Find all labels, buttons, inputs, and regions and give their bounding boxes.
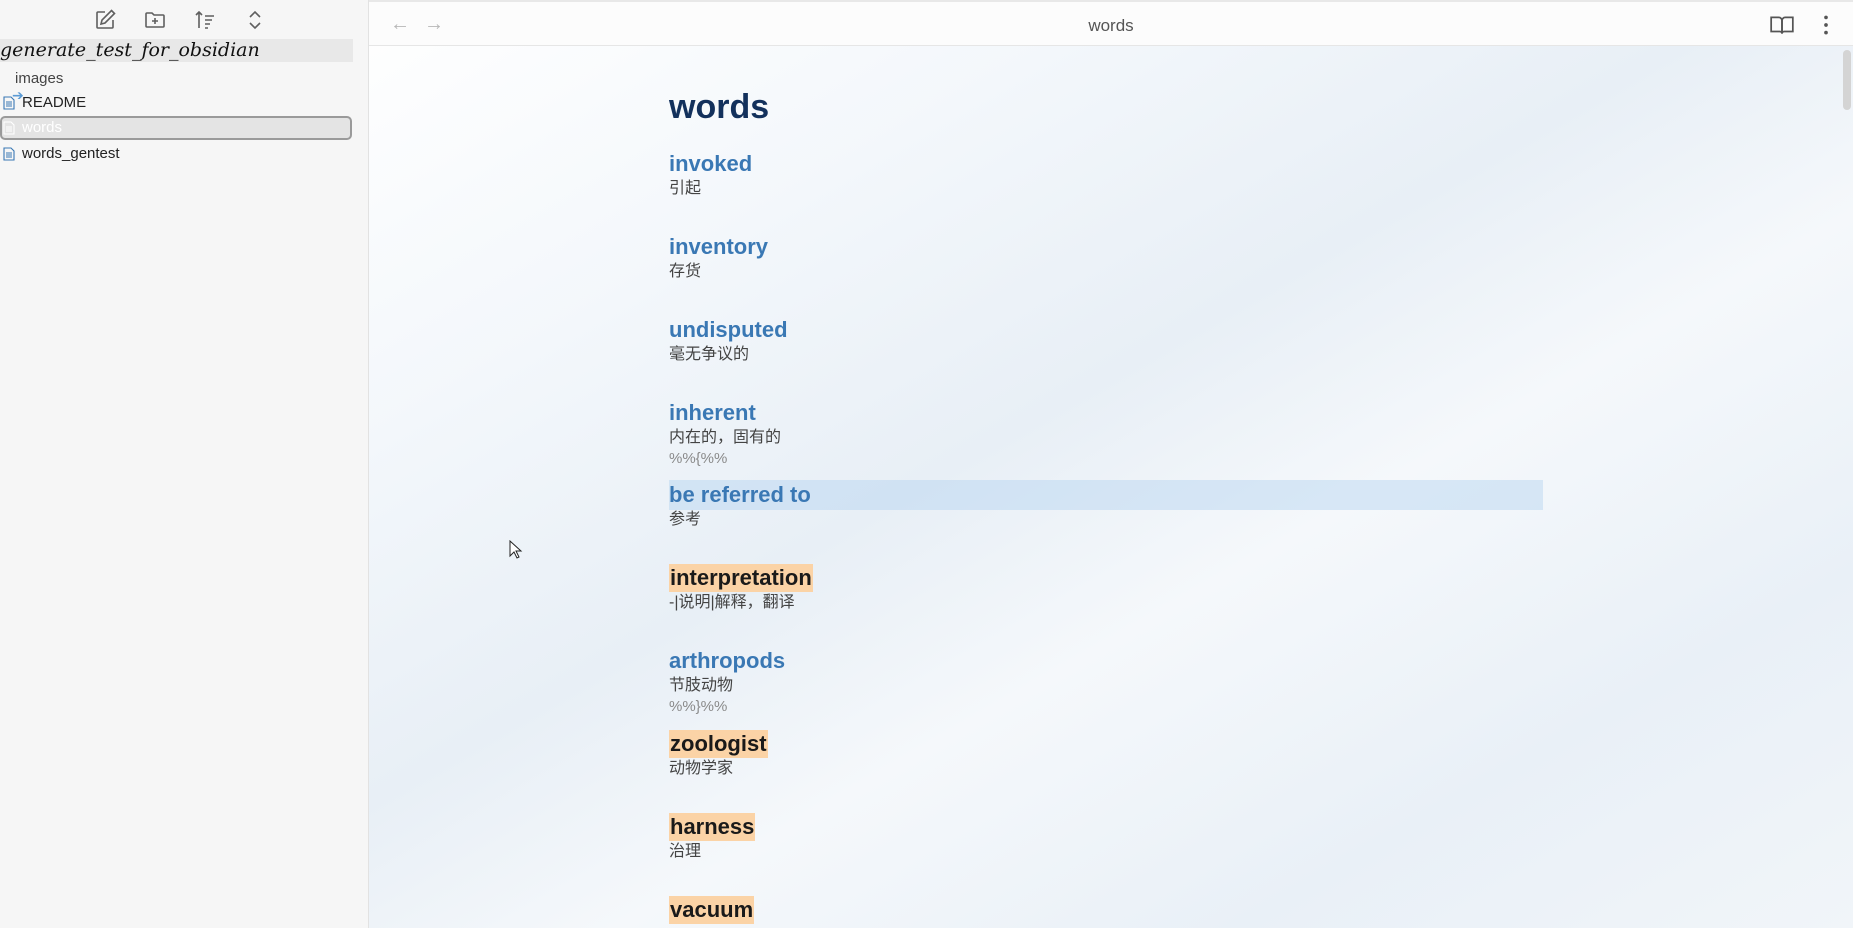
file-explorer-toolbar — [0, 0, 368, 40]
tree-item-label: words_gentest — [22, 145, 120, 162]
editor-pane: ← → words words invoked 引起 inventory 存货 … — [369, 0, 1853, 928]
word-heading: undisputed — [669, 317, 788, 342]
vault-name[interactable]: generate_test_for_obsidian — [0, 39, 353, 62]
file-explorer-sidebar: generate_test_for_obsidian images ➔ READ… — [0, 0, 369, 928]
file-icon — [3, 96, 15, 110]
word-heading: inventory — [669, 234, 769, 259]
word-meaning: 存货 — [669, 263, 702, 280]
edit-icon — [96, 9, 116, 29]
comment-marker: %%{%% — [669, 450, 728, 467]
folder-plus-icon — [145, 12, 165, 28]
word-entry: harness 治理 — [669, 813, 1549, 863]
word-heading-highlighted: harness — [669, 813, 756, 841]
sort-button[interactable] — [190, 6, 220, 34]
word-meaning: 治理 — [669, 843, 702, 860]
word-entry: undisputed 毫无争议的 — [669, 316, 1549, 366]
word-meaning: 引起 — [669, 180, 702, 197]
word-heading-highlighted: zoologist — [669, 730, 768, 758]
tree-file-words-gentest[interactable]: words_gentest — [0, 142, 352, 166]
word-entry: invoked 引起 — [669, 150, 1549, 200]
tree-item-label: README — [22, 94, 87, 111]
word-meaning: -|说明|解释，翻译 — [669, 594, 795, 611]
word-meaning: 参考 — [669, 511, 702, 528]
more-options-button[interactable] — [1813, 12, 1839, 38]
tree-file-words[interactable]: words — [0, 116, 352, 140]
sort-icon — [195, 10, 214, 29]
book-open-icon — [1770, 16, 1794, 34]
word-meaning: 内在的，固有的 — [669, 429, 782, 446]
tree-item-label: images — [15, 70, 64, 87]
more-vertical-icon — [1824, 15, 1828, 35]
new-note-button[interactable] — [90, 6, 120, 34]
scrollbar-thumb[interactable] — [1843, 50, 1851, 110]
chevron-up-down-icon — [249, 10, 261, 30]
tree-file-readme[interactable]: README — [0, 91, 352, 115]
note-content[interactable]: words invoked 引起 inventory 存货 undisputed… — [669, 86, 1549, 924]
comment-marker: %%}%% — [669, 698, 728, 715]
new-folder-button[interactable] — [140, 6, 170, 34]
word-entry: be referred to 参考 — [669, 481, 1549, 531]
word-heading: inherent — [669, 400, 756, 425]
view-header: ← → words — [369, 0, 1853, 46]
word-meaning: 动物学家 — [669, 760, 734, 777]
word-heading-highlighted: interpretation — [669, 564, 813, 592]
note-heading: words — [669, 88, 770, 126]
file-icon — [3, 121, 15, 135]
word-entry: inherent 内在的，固有的 %%{%% — [669, 399, 1549, 469]
view-header-title[interactable]: words — [369, 16, 1853, 36]
file-icon — [3, 147, 15, 161]
word-heading-highlighted: vacuum — [669, 896, 755, 924]
word-entry: inventory 存货 — [669, 233, 1549, 283]
collapse-all-button[interactable] — [240, 6, 270, 34]
reading-view-button[interactable] — [1769, 12, 1795, 38]
word-heading: be referred to — [669, 482, 811, 507]
word-entry: zoologist 动物学家 — [669, 730, 1549, 780]
tree-item-label: words — [22, 119, 63, 136]
word-meaning: 节肢动物 — [669, 677, 734, 694]
word-heading: invoked — [669, 151, 753, 176]
word-entry: vacuum — [669, 896, 1549, 924]
word-heading: arthropods — [669, 648, 786, 673]
word-meaning: 毫无争议的 — [669, 346, 750, 363]
mouse-cursor-icon — [509, 540, 523, 559]
word-entry: interpretation -|说明|解释，翻译 — [669, 564, 1549, 614]
obsidian-window: generate_test_for_obsidian images ➔ READ… — [0, 0, 1853, 928]
word-entry: arthropods 节肢动物 %%}%% — [669, 647, 1549, 717]
